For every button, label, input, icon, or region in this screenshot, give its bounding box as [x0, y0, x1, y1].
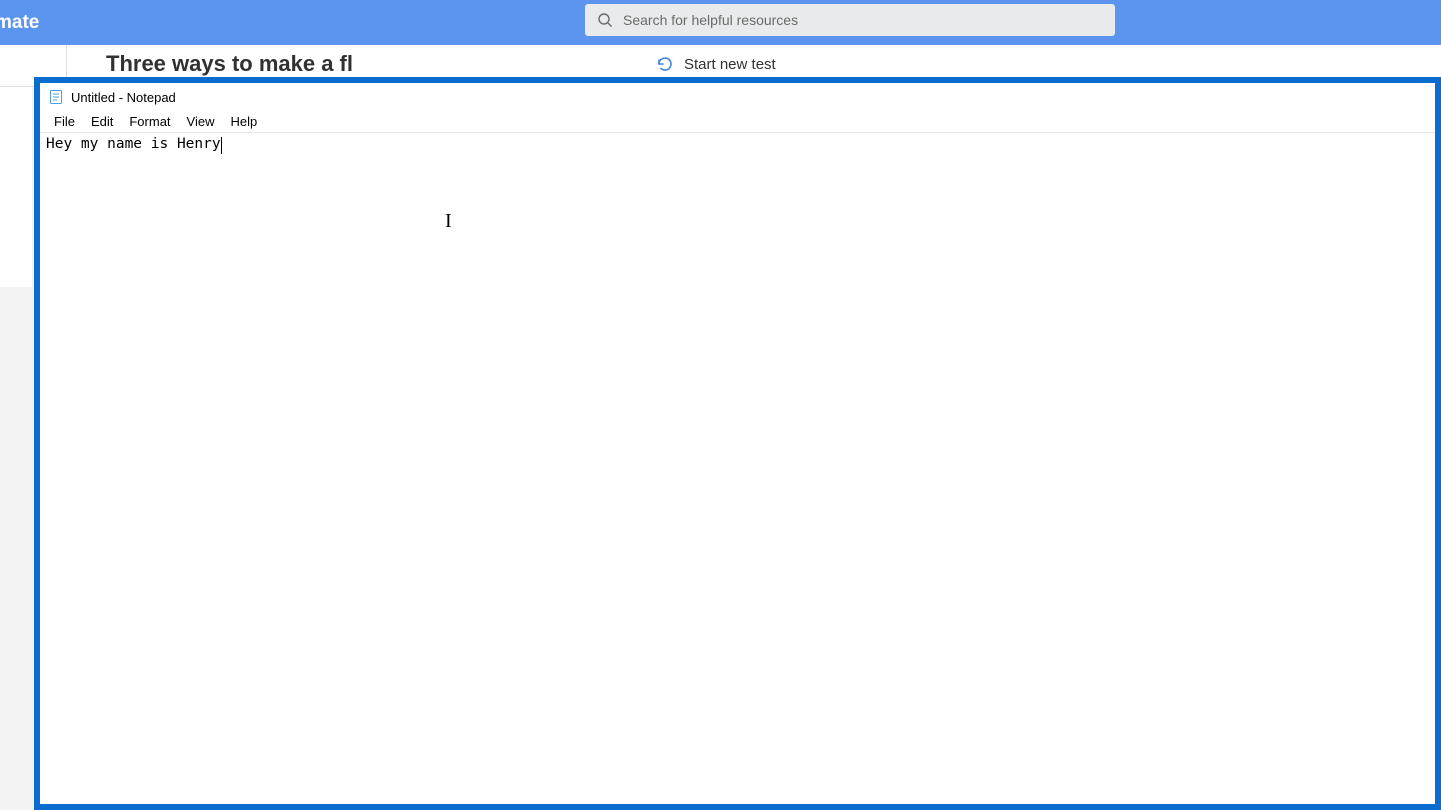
start-new-test-button[interactable]: Start new test	[656, 55, 776, 73]
notepad-menubar: File Edit Format View Help	[40, 111, 1435, 133]
menu-help[interactable]: Help	[222, 114, 265, 129]
notepad-text-area[interactable]: Hey my name is Henry I	[40, 133, 1435, 804]
ibeam-cursor-icon: I	[445, 211, 452, 231]
background-search-box[interactable]: Search for helpful resources	[585, 4, 1115, 36]
notepad-window[interactable]: Untitled - Notepad File Edit Format View…	[34, 77, 1441, 810]
search-icon	[597, 12, 613, 28]
menu-format[interactable]: Format	[121, 114, 178, 129]
menu-file[interactable]: File	[46, 114, 83, 129]
notepad-icon	[48, 89, 64, 105]
background-search-placeholder: Search for helpful resources	[623, 12, 798, 28]
background-app-header: mate Search for helpful resources	[0, 0, 1441, 45]
refresh-icon	[656, 55, 674, 73]
background-heading: Three ways to make a fl	[106, 51, 353, 77]
menu-view[interactable]: View	[179, 114, 223, 129]
text-caret	[221, 137, 223, 154]
notepad-window-title: Untitled - Notepad	[71, 90, 176, 105]
menu-edit[interactable]: Edit	[83, 114, 121, 129]
background-app-name: mate	[0, 12, 39, 34]
start-new-test-label: Start new test	[684, 56, 776, 73]
notepad-text-content: Hey my name is Henry	[46, 136, 221, 152]
notepad-titlebar[interactable]: Untitled - Notepad	[40, 83, 1435, 111]
background-left-rail	[0, 87, 32, 287]
